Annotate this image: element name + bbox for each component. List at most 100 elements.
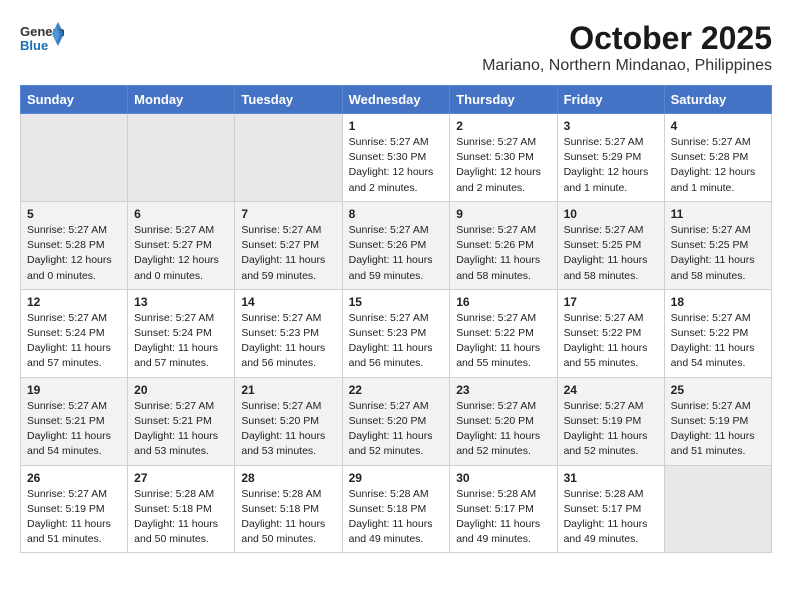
day-number: 28 <box>241 471 335 485</box>
day-info: Sunrise: 5:27 AMSunset: 5:21 PMDaylight:… <box>134 399 228 460</box>
location-title: Mariano, Northern Mindanao, Philippines <box>482 57 772 75</box>
day-number: 30 <box>456 471 550 485</box>
calendar-cell: 23Sunrise: 5:27 AMSunset: 5:20 PMDayligh… <box>450 377 557 465</box>
calendar-cell: 2 Sunrise: 5:27 AMSunset: 5:30 PMDaylight… <box>450 114 557 202</box>
calendar-cell: 19 Sunrise: 5:27 AMSunset: 5:21 PMDayligh… <box>21 377 128 465</box>
calendar-cell: 18 Sunrise: 5:27 AMSunset: 5:22 PMDayligh… <box>664 289 771 377</box>
calendar-cell: 9 Sunrise: 5:27 AMSunset: 5:26 PMDaylight… <box>450 201 557 289</box>
calendar-cell: 6Sunrise: 5:27 AMSunset: 5:27 PMDaylight… <box>128 201 235 289</box>
day-info: Sunrise: 5:27 AMSunset: 5:28 PMDaylight:… <box>27 223 121 284</box>
calendar-cell: 27Sunrise: 5:28 AMSunset: 5:18 PMDayligh… <box>128 465 235 553</box>
day-number: 17 <box>564 295 658 309</box>
day-number: 9 <box>456 207 550 221</box>
day-number: 11 <box>671 207 765 221</box>
day-info: Sunrise: 5:27 AMSunset: 5:24 PMDaylight:… <box>27 311 121 372</box>
calendar-cell: 1Sunrise: 5:27 AMSunset: 5:30 PMDaylight… <box>342 114 450 202</box>
calendar-cell: 13Sunrise: 5:27 AMSunset: 5:24 PMDayligh… <box>128 289 235 377</box>
calendar-cell: 16 Sunrise: 5:27 AMSunset: 5:22 PMDayligh… <box>450 289 557 377</box>
logo-icon: General Blue <box>20 20 64 58</box>
col-thursday: Thursday <box>450 86 557 114</box>
day-number: 19 <box>27 383 121 397</box>
col-wednesday: Wednesday <box>342 86 450 114</box>
day-number: 18 <box>671 295 765 309</box>
day-number: 22 <box>349 383 444 397</box>
day-number: 16 <box>456 295 550 309</box>
day-number: 2 <box>456 119 550 133</box>
day-info: Sunrise: 5:27 AMSunset: 5:25 PMDaylight:… <box>564 223 658 284</box>
calendar-cell: 22 Sunrise: 5:27 AMSunset: 5:20 PMDayligh… <box>342 377 450 465</box>
day-info: Sunrise: 5:27 AMSunset: 5:19 PMDaylight:… <box>564 399 658 460</box>
day-info: Sunrise: 5:28 AMSunset: 5:18 PMDaylight:… <box>349 487 444 548</box>
calendar-cell: 15Sunrise: 5:27 AMSunset: 5:23 PMDayligh… <box>342 289 450 377</box>
day-info: Sunrise: 5:27 AMSunset: 5:28 PMDaylight:… <box>671 135 765 196</box>
month-title: October 2025 <box>482 20 772 57</box>
col-sunday: Sunday <box>21 86 128 114</box>
day-info: Sunrise: 5:27 AMSunset: 5:23 PMDaylight:… <box>241 311 335 372</box>
day-number: 6 <box>134 207 228 221</box>
day-info: Sunrise: 5:27 AMSunset: 5:20 PMDaylight:… <box>349 399 444 460</box>
day-info: Sunrise: 5:27 AMSunset: 5:30 PMDaylight:… <box>456 135 550 196</box>
calendar-cell: 24 Sunrise: 5:27 AMSunset: 5:19 PMDayligh… <box>557 377 664 465</box>
day-info: Sunrise: 5:27 AMSunset: 5:27 PMDaylight:… <box>241 223 335 284</box>
col-monday: Monday <box>128 86 235 114</box>
day-number: 7 <box>241 207 335 221</box>
day-number: 1 <box>349 119 444 133</box>
day-number: 26 <box>27 471 121 485</box>
calendar-cell: 5 Sunrise: 5:27 AMSunset: 5:28 PMDaylight… <box>21 201 128 289</box>
day-number: 31 <box>564 471 658 485</box>
day-info: Sunrise: 5:27 AMSunset: 5:29 PMDaylight:… <box>564 135 658 196</box>
day-info: Sunrise: 5:27 AMSunset: 5:24 PMDaylight:… <box>134 311 228 372</box>
svg-text:Blue: Blue <box>20 38 48 53</box>
day-info: Sunrise: 5:28 AMSunset: 5:17 PMDaylight:… <box>456 487 550 548</box>
calendar-cell: 7 Sunrise: 5:27 AMSunset: 5:27 PMDaylight… <box>235 201 342 289</box>
day-number: 24 <box>564 383 658 397</box>
calendar-table: Sunday Monday Tuesday Wednesday Thursday… <box>20 85 772 553</box>
calendar-cell: 11Sunrise: 5:27 AMSunset: 5:25 PMDayligh… <box>664 201 771 289</box>
day-info: Sunrise: 5:27 AMSunset: 5:20 PMDaylight:… <box>456 399 550 460</box>
day-number: 3 <box>564 119 658 133</box>
calendar-week-4: 19 Sunrise: 5:27 AMSunset: 5:21 PMDayligh… <box>21 377 772 465</box>
calendar-cell: 3 Sunrise: 5:27 AMSunset: 5:29 PMDaylight… <box>557 114 664 202</box>
calendar-cell: 31 Sunrise: 5:28 AMSunset: 5:17 PMDayligh… <box>557 465 664 553</box>
day-number: 8 <box>349 207 444 221</box>
calendar-cell: 17 Sunrise: 5:27 AMSunset: 5:22 PMDayligh… <box>557 289 664 377</box>
day-info: Sunrise: 5:27 AMSunset: 5:21 PMDaylight:… <box>27 399 121 460</box>
day-number: 14 <box>241 295 335 309</box>
col-friday: Friday <box>557 86 664 114</box>
calendar-cell <box>664 465 771 553</box>
calendar-cell: 8Sunrise: 5:27 AMSunset: 5:26 PMDaylight… <box>342 201 450 289</box>
calendar-cell: 21Sunrise: 5:27 AMSunset: 5:20 PMDayligh… <box>235 377 342 465</box>
day-info: Sunrise: 5:27 AMSunset: 5:19 PMDaylight:… <box>27 487 121 548</box>
calendar-week-5: 26 Sunrise: 5:27 AMSunset: 5:19 PMDayligh… <box>21 465 772 553</box>
day-info: Sunrise: 5:27 AMSunset: 5:19 PMDaylight:… <box>671 399 765 460</box>
day-info: Sunrise: 5:27 AMSunset: 5:23 PMDaylight:… <box>349 311 444 372</box>
calendar-cell: 28 Sunrise: 5:28 AMSunset: 5:18 PMDayligh… <box>235 465 342 553</box>
day-info: Sunrise: 5:27 AMSunset: 5:26 PMDaylight:… <box>456 223 550 284</box>
col-tuesday: Tuesday <box>235 86 342 114</box>
calendar-week-3: 12Sunrise: 5:27 AMSunset: 5:24 PMDayligh… <box>21 289 772 377</box>
day-number: 27 <box>134 471 228 485</box>
day-number: 20 <box>134 383 228 397</box>
day-number: 5 <box>27 207 121 221</box>
day-info: Sunrise: 5:27 AMSunset: 5:22 PMDaylight:… <box>564 311 658 372</box>
calendar-cell: 14 Sunrise: 5:27 AMSunset: 5:23 PMDayligh… <box>235 289 342 377</box>
calendar-week-1: 1 Sunrise: 5:27 AMSunset: 5:30 PMDaylight… <box>21 114 772 202</box>
calendar-cell: 20 Sunrise: 5:27 AMSunset: 5:21 PMDayligh… <box>128 377 235 465</box>
calendar-cell: 29 Sunrise: 5:28 AMSunset: 5:18 PMDayligh… <box>342 465 450 553</box>
col-saturday: Saturday <box>664 86 771 114</box>
header: General Blue October 2025 Mariano, North… <box>20 20 772 75</box>
calendar-cell: 25Sunrise: 5:27 AMSunset: 5:19 PMDayligh… <box>664 377 771 465</box>
calendar-cell <box>235 114 342 202</box>
page: General Blue October 2025 Mariano, North… <box>0 0 792 563</box>
logo: General Blue <box>20 20 64 58</box>
calendar-cell: 30 Sunrise: 5:28 AMSunset: 5:17 PMDayligh… <box>450 465 557 553</box>
day-info: Sunrise: 5:28 AMSunset: 5:17 PMDaylight:… <box>564 487 658 548</box>
day-info: Sunrise: 5:28 AMSunset: 5:18 PMDaylight:… <box>241 487 335 548</box>
day-number: 29 <box>349 471 444 485</box>
day-info: Sunrise: 5:27 AMSunset: 5:22 PMDaylight:… <box>671 311 765 372</box>
day-info: Sunrise: 5:27 AMSunset: 5:22 PMDaylight:… <box>456 311 550 372</box>
day-number: 21 <box>241 383 335 397</box>
header-row: Sunday Monday Tuesday Wednesday Thursday… <box>21 86 772 114</box>
calendar-cell: 12Sunrise: 5:27 AMSunset: 5:24 PMDayligh… <box>21 289 128 377</box>
calendar-cell <box>128 114 235 202</box>
